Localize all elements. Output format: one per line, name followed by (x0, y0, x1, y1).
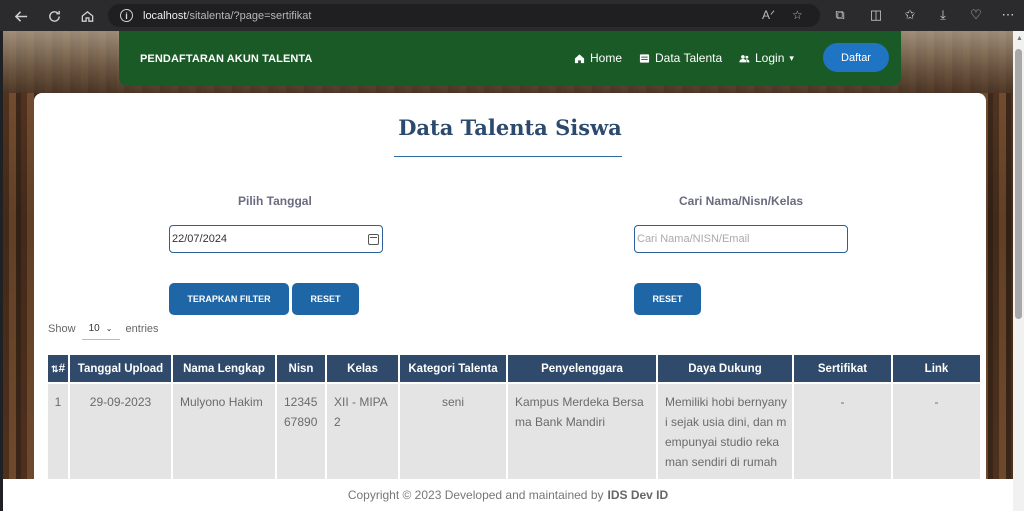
address-bar[interactable]: i localhost /sitalenta/?page=sertifikat … (108, 4, 820, 27)
nav-home[interactable]: Home (574, 51, 622, 65)
entries-select[interactable]: 10 ⌄ (81, 318, 120, 340)
nav-data-talenta[interactable]: Data Talenta (639, 51, 722, 65)
home-icon[interactable] (76, 5, 98, 27)
favorite-star-icon[interactable]: ☆ (792, 8, 803, 22)
col-header-nama[interactable]: Nama Lengkap (173, 355, 277, 382)
col-header-nisn[interactable]: Nisn (277, 355, 327, 382)
read-aloud-icon[interactable]: Aᐟ (762, 8, 775, 22)
col-header-kelas[interactable]: Kelas (327, 355, 400, 382)
browser-toolbar: i localhost /sitalenta/?page=sertifikat … (0, 0, 1024, 31)
col-header-link[interactable]: Link (893, 355, 980, 382)
split-screen-icon[interactable]: ◫ (867, 6, 885, 24)
entries-label: entries (125, 323, 159, 335)
reset-search-button[interactable]: RESET (634, 283, 701, 315)
main-card: Data Talenta Siswa Pilih Tanggal 22/07/2… (34, 93, 986, 511)
extensions-icon[interactable]: ⧉ (831, 6, 849, 24)
search-placeholder: Cari Nama/NISN/Email (637, 233, 750, 245)
home-icon (574, 53, 585, 63)
show-label: Show (48, 323, 76, 335)
reset-date-button[interactable]: RESET (292, 283, 359, 315)
nav-home-label: Home (590, 51, 623, 65)
col-header-daya-dukung[interactable]: Daya Dukung (658, 355, 794, 382)
scroll-up-icon[interactable]: ▲ (1016, 35, 1023, 42)
date-filter-label: Pilih Tanggal (238, 194, 312, 208)
page-scrollbar[interactable]: ▲ (1013, 31, 1024, 511)
entries-control: Show 10 ⌄ entries (48, 318, 159, 340)
date-input[interactable]: 22/07/2024 (169, 225, 383, 253)
calendar-icon[interactable] (368, 234, 379, 245)
nav-data-talenta-label: Data Talenta (655, 51, 723, 65)
nav-login-label: Login (755, 51, 785, 65)
footer-author: IDS Dev ID (607, 488, 669, 502)
title-divider (394, 156, 622, 157)
search-input[interactable]: Cari Nama/NISN/Email (634, 225, 848, 253)
refresh-icon[interactable] (43, 5, 65, 27)
search-label: Cari Nama/Nisn/Kelas (679, 194, 804, 208)
downloads-icon[interactable]: ⤓ (934, 6, 952, 24)
page-viewport: PENDAFTARAN AKUN TALENTA Home Data Talen… (3, 31, 1013, 511)
page-title: Data Talenta Siswa (398, 115, 622, 140)
brand-title[interactable]: PENDAFTARAN AKUN TALENTA (140, 53, 312, 65)
favorites-icon[interactable]: ✩ (901, 6, 919, 24)
users-icon (739, 54, 750, 62)
url-path: /sitalenta/?page=sertifikat (186, 9, 312, 22)
col-header-tanggal[interactable]: Tanggal Upload (70, 355, 173, 382)
browser-essentials-icon[interactable]: ♡ (967, 6, 985, 24)
sort-icon: ⇅ (51, 363, 59, 374)
back-icon[interactable] (10, 5, 32, 27)
entries-value: 10 (88, 323, 100, 334)
daftar-button[interactable]: Daftar (823, 43, 889, 72)
site-info-icon[interactable]: i (120, 9, 133, 22)
col-header-sertifikat[interactable]: Sertifikat (794, 355, 893, 382)
table-header-row: ⇅# Tanggal Upload Nama Lengkap Nisn Kela… (48, 355, 980, 382)
chevron-down-icon: ⌄ (105, 324, 113, 333)
top-navbar: PENDAFTARAN AKUN TALENTA Home Data Talen… (119, 31, 901, 86)
col-header-penyelenggara[interactable]: Penyelenggara (508, 355, 658, 382)
scrollbar-thumb[interactable] (1015, 49, 1022, 319)
url-host: localhost (143, 9, 187, 22)
table-icon (639, 53, 650, 63)
nav-login-dropdown[interactable]: Login ▾ (739, 51, 794, 65)
page-footer: Copyright © 2023 Developed and maintaine… (3, 479, 1013, 511)
apply-filter-button[interactable]: TERAPKAN FILTER (169, 283, 289, 315)
more-menu-icon[interactable]: ⋯ (999, 6, 1017, 24)
date-input-value: 22/07/2024 (172, 233, 228, 245)
footer-text: Copyright © 2023 Developed and maintaine… (347, 488, 604, 502)
col-header-kategori[interactable]: Kategori Talenta (400, 355, 508, 382)
chevron-down-icon: ▾ (789, 52, 794, 63)
col-header-no[interactable]: ⇅# (48, 355, 70, 382)
